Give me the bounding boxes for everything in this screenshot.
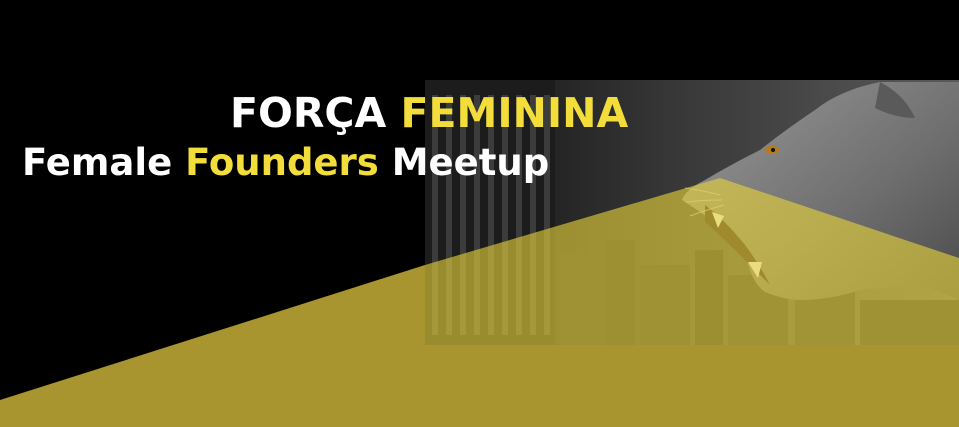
banner-artwork xyxy=(0,0,959,427)
headline-word-female: Female xyxy=(22,141,173,184)
headline-female-founders-meetup: Female Founders Meetup xyxy=(22,140,549,186)
event-banner: FORÇA FEMININA Female Founders Meetup xyxy=(0,0,959,427)
headline-word-forca: FORÇA xyxy=(230,89,387,137)
headline-forca-feminina: FORÇA FEMININA xyxy=(230,88,628,138)
headline-word-feminina: FEMININA xyxy=(400,89,629,137)
headline-word-founders: Founders xyxy=(185,141,379,184)
headline-word-meetup: Meetup xyxy=(391,141,550,184)
